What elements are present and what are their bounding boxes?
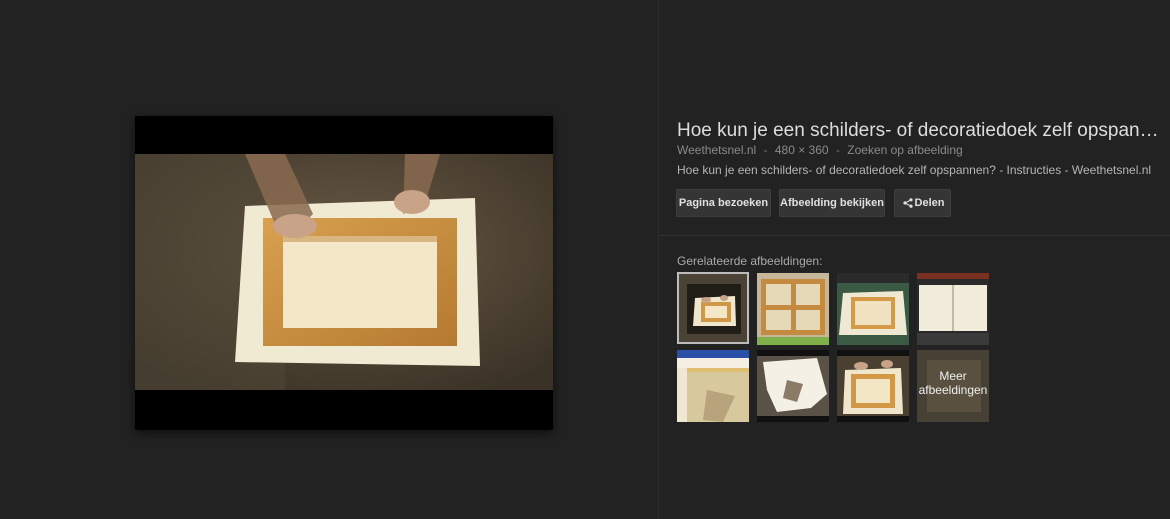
image-title[interactable]: Hoe kun je een schilders- of decoratiedo…: [677, 120, 1169, 142]
meta-separator: -: [763, 143, 768, 157]
related-thumb[interactable]: [837, 273, 909, 345]
more-images-thumb[interactable]: Meer afbeeldingen: [917, 350, 989, 422]
source-site[interactable]: Weethetsnel.nl: [677, 143, 756, 157]
related-thumb[interactable]: [677, 272, 749, 344]
visit-page-button[interactable]: Pagina bezoeken: [676, 189, 771, 217]
canvas-stretching-photo: [135, 154, 553, 390]
related-thumb[interactable]: [917, 273, 989, 345]
image-meta: Weethetsnel.nl - 480 × 360 - Zoeken op a…: [677, 143, 967, 157]
related-thumb[interactable]: [757, 350, 829, 422]
related-images-label: Gerelateerde afbeeldingen:: [677, 254, 823, 268]
main-image[interactable]: [135, 116, 553, 430]
image-description: Hoe kun je een schilders- of decoratiedo…: [677, 163, 1152, 177]
meta-separator: -: [835, 143, 840, 157]
share-label: Delen: [914, 197, 945, 209]
image-preview-pane: [0, 0, 658, 519]
related-thumb[interactable]: [757, 273, 829, 345]
more-images-label: Meer afbeeldingen: [918, 369, 988, 397]
section-divider: [659, 235, 1170, 236]
image-details-pane: Hoe kun je een schilders- of decoratiedo…: [659, 0, 1170, 519]
related-thumb[interactable]: [677, 350, 749, 422]
image-dimensions: 480 × 360: [774, 143, 829, 157]
search-by-image-link[interactable]: Zoeken op afbeelding: [847, 143, 962, 157]
share-icon: [903, 198, 913, 208]
related-thumb[interactable]: [837, 350, 909, 422]
view-image-button[interactable]: Afbeelding bekijken: [779, 189, 885, 217]
share-button[interactable]: Delen: [894, 189, 951, 217]
